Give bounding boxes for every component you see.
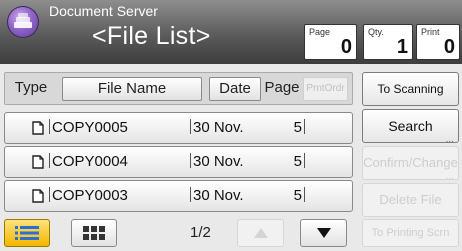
to-printing-screen-button[interactable]: To Printing Scrn <box>362 219 459 247</box>
print-counter-value: 0 <box>443 36 455 58</box>
print-order-button[interactable]: PrntOrdr <box>303 77 348 101</box>
header-bar: Document Server <File List> Page 0 Qty. … <box>0 0 462 64</box>
next-page-button[interactable] <box>300 219 347 247</box>
sort-date-button[interactable]: Date <box>209 77 261 101</box>
file-name: COPY0003 <box>49 181 128 211</box>
file-name: COPY0005 <box>49 113 128 143</box>
column-type-label: Type <box>14 79 48 96</box>
grid-view-icon <box>83 226 105 240</box>
document-icon <box>32 189 44 203</box>
search-button-label: Search <box>388 118 433 134</box>
to-scanning-screen-button[interactable]: To Scanning Scrn. <box>362 72 459 128</box>
page-counter-label: Page <box>309 27 331 37</box>
document-icon <box>32 155 44 169</box>
page-counter-value: 0 <box>340 36 352 58</box>
sort-file-name-button[interactable]: File Name <box>62 77 202 101</box>
quantity-counter-label: Qty. <box>368 27 384 37</box>
file-pages: 5 <box>275 147 305 177</box>
search-button[interactable]: Search ... <box>362 109 459 145</box>
file-date: 30 Nov. <box>190 113 244 143</box>
arrow-down-icon <box>316 228 331 238</box>
file-row[interactable]: COPY0004 30 Nov. 5 <box>4 146 353 178</box>
print-counter-label: Print <box>421 27 440 37</box>
file-date: 30 Nov. <box>190 147 244 177</box>
delete-file-button[interactable]: Delete File <box>362 183 459 217</box>
more-dots: ... <box>445 171 454 182</box>
column-page-label: Page <box>264 79 300 96</box>
file-row[interactable]: COPY0003 30 Nov. 5 <box>4 180 353 212</box>
list-view-button[interactable] <box>4 219 50 247</box>
file-date: 30 Nov. <box>190 181 244 211</box>
page-counter: Page 0 <box>304 24 357 60</box>
file-row[interactable]: COPY0005 30 Nov. 5 <box>4 112 353 144</box>
list-view-icon <box>15 226 39 240</box>
column-header-bar: Type File Name Date Page PrntOrdr <box>4 72 353 105</box>
thumbnail-view-button[interactable] <box>71 219 117 247</box>
confirm-change-button[interactable]: Confirm/Change ... <box>362 146 459 182</box>
file-name: COPY0004 <box>49 147 128 177</box>
page-title: <File List> <box>92 22 211 50</box>
document-server-icon <box>7 6 39 38</box>
page-indicator: 1/2 <box>190 224 211 241</box>
previous-page-button[interactable] <box>237 219 284 247</box>
more-dots: ... <box>445 134 454 145</box>
confirm-change-label: Confirm/Change <box>363 155 458 170</box>
file-pages: 5 <box>275 181 305 211</box>
document-icon <box>32 121 44 135</box>
arrow-up-icon <box>253 228 268 238</box>
quantity-counter-value: 1 <box>396 36 408 58</box>
print-counter: Print 0 <box>416 24 460 60</box>
file-pages: 5 <box>275 113 305 143</box>
app-title: Document Server <box>49 3 158 19</box>
quantity-counter: Qty. 1 <box>363 24 413 60</box>
document-server-screen: Document Server <File List> Page 0 Qty. … <box>0 0 462 251</box>
